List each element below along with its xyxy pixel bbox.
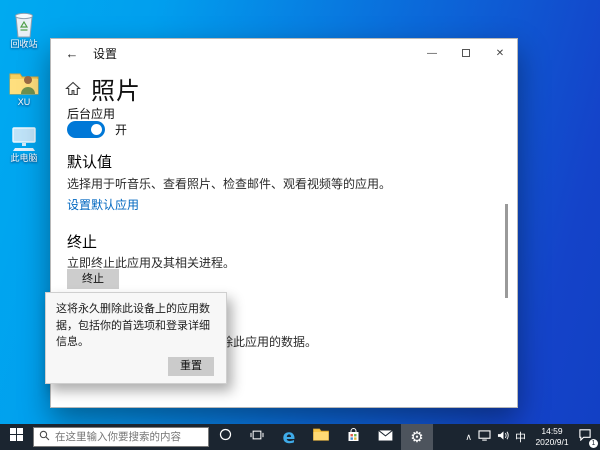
store-button[interactable] [337,424,369,450]
settings-taskbar-button[interactable]: ⚙ [401,424,433,450]
speaker-icon [497,428,509,446]
search-icon [39,428,50,446]
defaults-section-header: 默认值 [67,151,112,172]
edge-icon: e [283,426,296,448]
desktop-icon-label: 此电脑 [1,154,47,164]
mail-icon [378,428,393,446]
store-icon [347,428,360,447]
desktop-icon-label: XU [1,98,47,108]
network-icon [478,428,491,446]
minimize-icon: — [427,48,437,59]
notification-badge: 1 [589,439,598,448]
scrollbar-thumb[interactable] [505,204,508,298]
background-apps-toggle-row: 开 [67,121,127,138]
window-controls: — ✕ [415,39,517,67]
ime-button[interactable]: 中 [512,424,529,450]
terminate-button[interactable]: 终止 [67,269,119,289]
file-explorer-icon [313,428,329,446]
clock-time: 14:59 [529,426,575,437]
task-view-button[interactable] [241,424,273,450]
recycle-bin-icon [1,8,47,38]
terminate-section-header: 终止 [67,231,97,252]
action-center-button[interactable]: 1 [575,424,600,450]
gear-icon: ⚙ [410,428,423,446]
desktop: 回收站 XU 此电脑 ← 设置 [0,0,600,450]
toggle-knob [91,124,102,135]
close-icon: ✕ [496,48,504,59]
network-button[interactable] [475,424,494,450]
page-head: 照片 [65,71,141,106]
background-apps-label: 后台应用 [67,105,115,122]
home-icon [65,81,81,101]
ime-indicator: 中 [515,429,526,445]
titlebar: ← 设置 — ✕ [51,39,517,67]
desktop-icon-label: 回收站 [1,40,47,50]
back-button[interactable]: ← [51,39,93,67]
mail-button[interactable] [369,424,401,450]
cortana-button[interactable] [209,424,241,450]
start-button[interactable] [0,424,32,450]
desktop-icon-user-folder[interactable]: XU [1,66,47,108]
toggle-state-label: 开 [115,121,127,138]
system-tray: ∧ 中 [462,424,600,450]
reset-confirm-text: 这将永久删除此设备上的应用数据，包括你的首选项和登录详细信息。 [56,301,216,351]
this-pc-icon [1,122,47,152]
page-title: 照片 [91,71,141,106]
maximize-button[interactable] [449,39,483,67]
clock[interactable]: 14:59 2020/9/1 [529,426,575,447]
desktop-icon-recycle-bin[interactable]: 回收站 [1,8,47,50]
back-icon: ← [66,46,79,61]
reset-confirm-flyout: 这将永久删除此设备上的应用数据，包括你的首选项和登录详细信息。 重置 [45,292,227,384]
task-view-icon [250,428,264,446]
file-explorer-button[interactable] [305,424,337,450]
volume-button[interactable] [494,424,512,450]
window-title: 设置 [93,45,117,62]
tray-expand-button[interactable]: ∧ [462,424,475,450]
taskbar: e [0,424,600,450]
windows-logo-icon [10,428,23,446]
minimize-button[interactable]: — [415,39,449,67]
search-input[interactable] [55,431,203,443]
set-default-apps-link[interactable]: 设置默认应用 [67,196,139,213]
cortana-icon [219,428,232,446]
background-apps-toggle[interactable] [67,121,105,138]
defaults-section-desc: 选择用于听音乐、查看照片、检查邮件、观看视频等的应用。 [67,175,391,192]
edge-button[interactable]: e [273,424,305,450]
desktop-icon-this-pc[interactable]: 此电脑 [1,122,47,164]
taskbar-search[interactable] [33,427,209,447]
chevron-up-icon: ∧ [465,432,472,443]
clock-date: 2020/9/1 [529,437,575,448]
maximize-icon [462,49,470,57]
reset-confirm-button[interactable]: 重置 [168,357,214,376]
reset-section-desc-fragment: 除此应用的数据。 [221,333,317,350]
user-folder-icon [1,66,47,96]
close-button[interactable]: ✕ [483,39,517,67]
